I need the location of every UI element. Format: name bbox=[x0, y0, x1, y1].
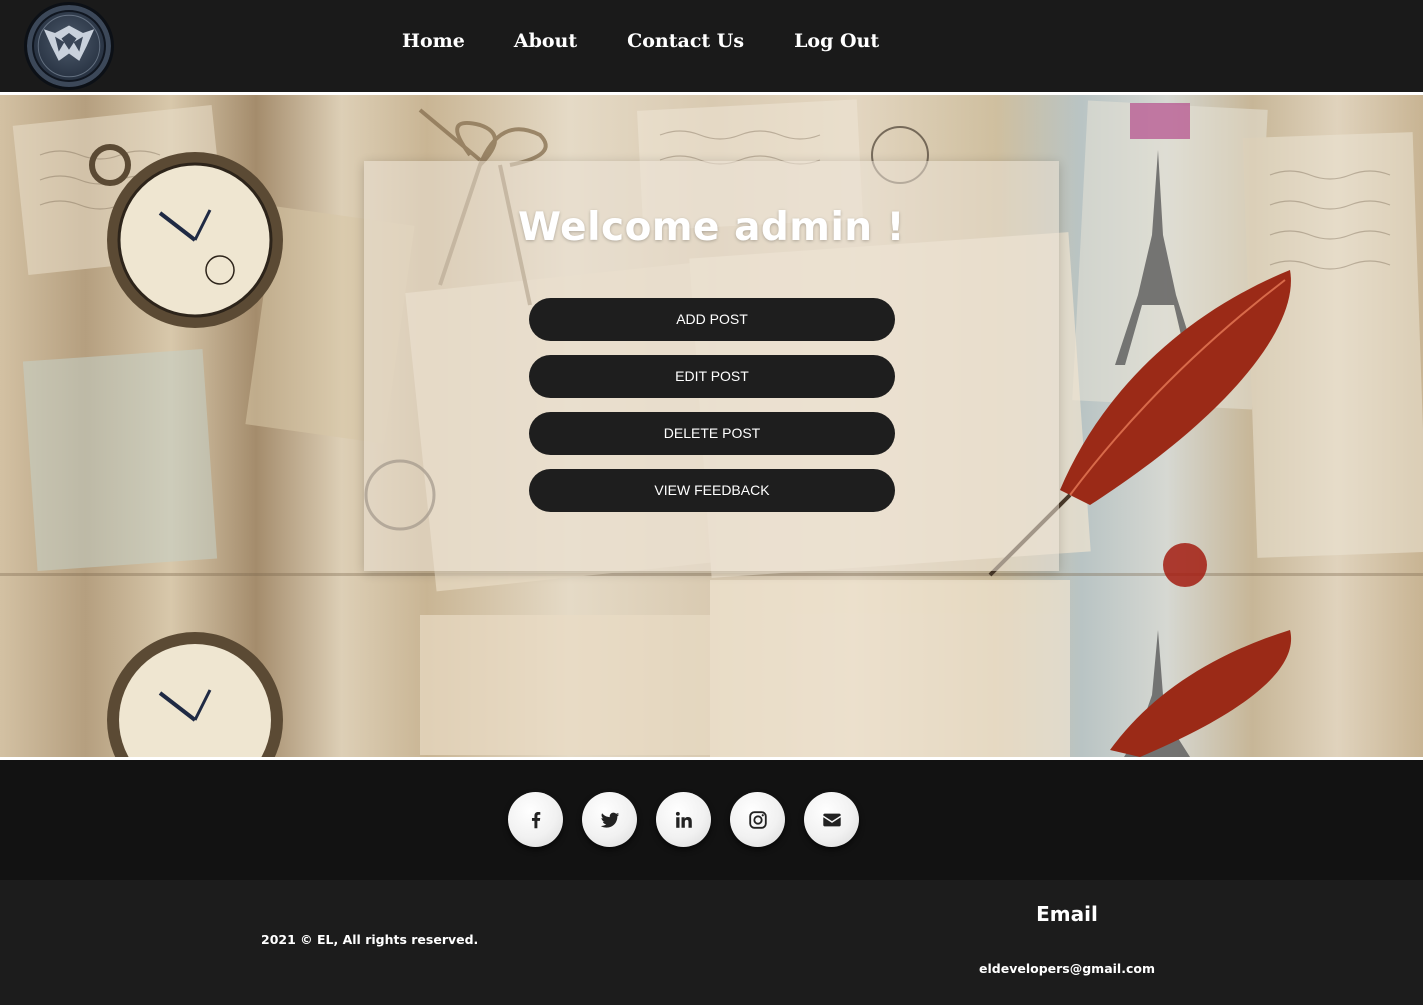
main-nav: Home About Contact Us Log Out bbox=[402, 28, 879, 54]
email-link[interactable] bbox=[804, 792, 859, 847]
instagram-icon bbox=[748, 810, 767, 829]
add-post-button[interactable]: ADD POST bbox=[529, 298, 895, 341]
social-links bbox=[508, 792, 859, 847]
copyright-text: 2021 © EL, All rights reserved. bbox=[261, 932, 479, 947]
social-links-bar bbox=[0, 760, 1423, 880]
nav-about-link[interactable]: About bbox=[514, 28, 577, 54]
nav-logout-link[interactable]: Log Out bbox=[794, 28, 879, 54]
instagram-link[interactable] bbox=[730, 792, 785, 847]
hero-background: Welcome admin ! ADD POST EDIT POST DELET… bbox=[0, 95, 1423, 757]
email-address-link[interactable]: eldevelopers@gmail.com bbox=[960, 961, 1174, 976]
linkedin-link[interactable] bbox=[656, 792, 711, 847]
envelope-icon bbox=[822, 813, 841, 826]
nav-home-link[interactable]: Home bbox=[402, 28, 465, 54]
shield-eagle-logo-icon[interactable] bbox=[24, 2, 114, 90]
email-heading: Email bbox=[1036, 902, 1098, 926]
hero-section: Welcome admin ! ADD POST EDIT POST DELET… bbox=[0, 92, 1423, 760]
site-footer: 2021 © EL, All rights reserved. Email el… bbox=[0, 880, 1423, 1005]
facebook-link[interactable] bbox=[508, 792, 563, 847]
site-header: Home About Contact Us Log Out bbox=[0, 0, 1423, 92]
edit-post-button[interactable]: EDIT POST bbox=[529, 355, 895, 398]
welcome-heading: Welcome admin ! bbox=[518, 205, 905, 250]
linkedin-icon bbox=[675, 811, 692, 828]
facebook-icon bbox=[531, 811, 540, 828]
delete-post-button[interactable]: DELETE POST bbox=[529, 412, 895, 455]
nav-contact-link[interactable]: Contact Us bbox=[627, 28, 744, 54]
twitter-icon bbox=[600, 812, 619, 828]
view-feedback-button[interactable]: VIEW FEEDBACK bbox=[529, 469, 895, 512]
twitter-link[interactable] bbox=[582, 792, 637, 847]
admin-welcome-panel: Welcome admin ! ADD POST EDIT POST DELET… bbox=[364, 161, 1059, 571]
